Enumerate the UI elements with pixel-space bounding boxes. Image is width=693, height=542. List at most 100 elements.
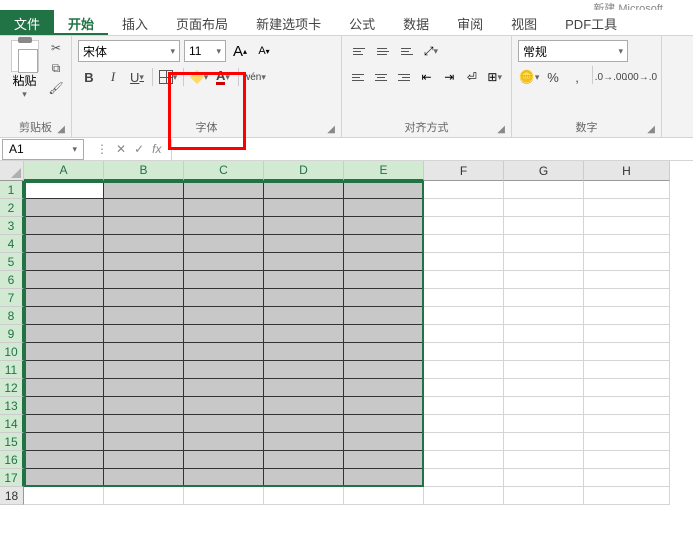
borders-button[interactable]: ▾	[157, 66, 179, 88]
cell[interactable]	[504, 379, 584, 397]
cell[interactable]	[264, 469, 344, 487]
row-header[interactable]: 13	[0, 397, 24, 415]
orientation-button[interactable]: ⤢▾	[420, 40, 442, 62]
wrap-text-button[interactable]: ⏎	[462, 66, 483, 88]
cell[interactable]	[104, 235, 184, 253]
cell[interactable]	[264, 487, 344, 505]
cell[interactable]	[264, 271, 344, 289]
underline-button[interactable]: U▾	[126, 66, 148, 88]
cell[interactable]	[584, 469, 670, 487]
select-all-corner[interactable]	[0, 161, 24, 181]
cell[interactable]	[504, 325, 584, 343]
cell[interactable]	[264, 415, 344, 433]
cell[interactable]	[504, 343, 584, 361]
font-size-select[interactable]: 11▾	[184, 40, 226, 62]
cell[interactable]	[504, 451, 584, 469]
cell[interactable]	[184, 469, 264, 487]
row-header[interactable]: 15	[0, 433, 24, 451]
column-header[interactable]: B	[104, 161, 184, 181]
cell[interactable]	[584, 379, 670, 397]
cell[interactable]	[104, 289, 184, 307]
tab-data[interactable]: 数据	[389, 10, 443, 35]
cell[interactable]	[424, 397, 504, 415]
cell[interactable]	[584, 235, 670, 253]
cell[interactable]	[424, 379, 504, 397]
tab-page-layout[interactable]: 页面布局	[162, 10, 242, 35]
cell[interactable]	[24, 361, 104, 379]
tab-pdf[interactable]: PDF工具	[551, 10, 631, 35]
column-header[interactable]: C	[184, 161, 264, 181]
cell[interactable]	[504, 487, 584, 505]
cell[interactable]	[504, 271, 584, 289]
row-header[interactable]: 11	[0, 361, 24, 379]
cell[interactable]	[24, 325, 104, 343]
tab-custom[interactable]: 新建选项卡	[242, 10, 335, 35]
cell[interactable]	[424, 487, 504, 505]
cell[interactable]	[24, 271, 104, 289]
formula-input[interactable]	[171, 139, 693, 160]
row-header[interactable]: 9	[0, 325, 24, 343]
number-format-select[interactable]: 常规▾	[518, 40, 628, 62]
cell[interactable]	[344, 487, 424, 505]
cell[interactable]	[344, 199, 424, 217]
row-header[interactable]: 14	[0, 415, 24, 433]
cell[interactable]	[184, 397, 264, 415]
cell[interactable]	[24, 217, 104, 235]
cell[interactable]	[504, 199, 584, 217]
cell[interactable]	[424, 415, 504, 433]
paste-button[interactable]: 粘贴 ▾	[6, 40, 43, 100]
cell[interactable]	[344, 289, 424, 307]
cell[interactable]	[104, 469, 184, 487]
cell[interactable]	[24, 487, 104, 505]
accounting-format-button[interactable]: 🪙▾	[518, 66, 540, 88]
row-header[interactable]: 2	[0, 199, 24, 217]
cell[interactable]	[504, 469, 584, 487]
cell[interactable]	[24, 415, 104, 433]
cell[interactable]	[264, 397, 344, 415]
italic-button[interactable]: I	[102, 66, 124, 88]
comma-button[interactable]: ,	[566, 66, 588, 88]
insert-function-button[interactable]: fx	[152, 142, 161, 156]
cell[interactable]	[584, 397, 670, 415]
cell[interactable]	[264, 325, 344, 343]
bold-button[interactable]: B	[78, 66, 100, 88]
row-header[interactable]: 6	[0, 271, 24, 289]
cell[interactable]	[24, 451, 104, 469]
cell[interactable]	[24, 433, 104, 451]
cell[interactable]	[104, 325, 184, 343]
cell[interactable]	[584, 217, 670, 235]
cell[interactable]	[184, 451, 264, 469]
row-header[interactable]: 16	[0, 451, 24, 469]
cell[interactable]	[264, 451, 344, 469]
cell[interactable]	[104, 253, 184, 271]
column-header[interactable]: G	[504, 161, 584, 181]
cell[interactable]	[344, 451, 424, 469]
column-header[interactable]: A	[24, 161, 104, 181]
cell[interactable]	[504, 397, 584, 415]
cell[interactable]	[584, 487, 670, 505]
cell[interactable]	[184, 235, 264, 253]
cell[interactable]	[184, 433, 264, 451]
format-painter-button[interactable]: 🖌	[47, 80, 65, 96]
cell[interactable]	[424, 271, 504, 289]
cell[interactable]	[264, 361, 344, 379]
row-header[interactable]: 10	[0, 343, 24, 361]
alignment-launcher[interactable]: ◢	[497, 124, 505, 135]
enter-formula-button[interactable]: ✓	[134, 142, 144, 156]
cell[interactable]	[24, 397, 104, 415]
cell[interactable]	[184, 379, 264, 397]
align-bottom-button[interactable]	[396, 40, 418, 62]
percent-button[interactable]: %	[542, 66, 564, 88]
cell[interactable]	[184, 253, 264, 271]
cell[interactable]	[104, 307, 184, 325]
row-header[interactable]: 17	[0, 469, 24, 487]
cell[interactable]	[344, 235, 424, 253]
cell[interactable]	[264, 307, 344, 325]
tab-review[interactable]: 审阅	[443, 10, 497, 35]
cell[interactable]	[584, 307, 670, 325]
align-center-button[interactable]	[371, 66, 392, 88]
cell[interactable]	[344, 253, 424, 271]
copy-button[interactable]: ⧉	[47, 60, 65, 76]
cell[interactable]	[424, 199, 504, 217]
align-middle-button[interactable]	[372, 40, 394, 62]
